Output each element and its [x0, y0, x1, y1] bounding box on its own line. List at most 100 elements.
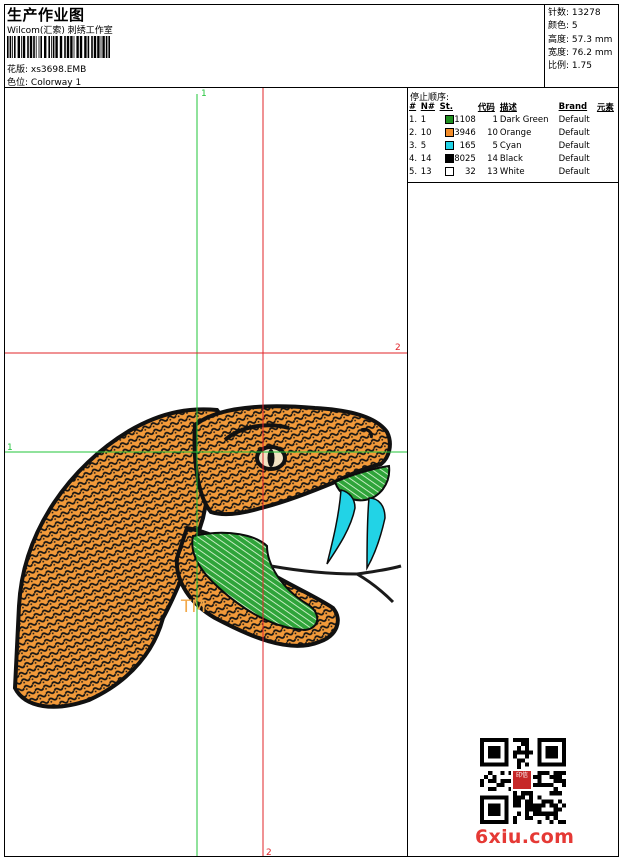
stat-width: 宽度: 76.2 mm	[548, 45, 612, 58]
qr-module	[516, 762, 521, 767]
qr-module	[492, 778, 497, 784]
qr-module	[553, 803, 558, 808]
barcode-bar	[29, 36, 33, 58]
cell-brand: Default	[558, 166, 590, 177]
barcode-bar	[40, 36, 42, 58]
cell-needle: 10	[420, 127, 432, 138]
qr-module	[496, 783, 501, 788]
qr-module	[488, 787, 493, 792]
qr-module	[529, 795, 534, 800]
qr-module	[537, 811, 542, 816]
qr-module	[516, 795, 521, 800]
col-needle: N#	[420, 102, 435, 112]
qr-module	[529, 807, 534, 812]
qr-module	[537, 819, 542, 824]
cell-element	[596, 152, 618, 165]
table-row: 2. 10 3946 10 Orange Default	[408, 126, 618, 139]
col-description: 描述	[499, 103, 517, 113]
qr-module	[488, 778, 493, 784]
col-brand: Brand	[558, 102, 588, 112]
qr-module	[553, 778, 558, 784]
stitch-count: 3946	[454, 127, 476, 138]
qr-module	[512, 795, 517, 800]
design-file-name: xs3698.EMB	[30, 65, 87, 75]
qr-module	[545, 815, 550, 820]
qr-module	[520, 795, 526, 800]
qr-module	[557, 791, 562, 796]
cell-description: Cyan	[499, 140, 522, 151]
cell-needle: 5	[420, 140, 427, 151]
colorway-row: 色位: Colorway 1	[7, 75, 81, 88]
qr-finder	[488, 803, 501, 816]
qr-module	[561, 819, 566, 824]
qr-module	[557, 807, 562, 812]
stat-scale-label: 比例:	[548, 61, 570, 71]
qr-module	[549, 803, 554, 808]
qr-module	[512, 738, 517, 743]
sidebar-table-divider	[407, 182, 619, 183]
cell-needle: 1	[420, 114, 427, 125]
stat-colors: 颜色: 5	[548, 18, 578, 31]
qr-module	[541, 783, 546, 788]
barcode	[7, 36, 110, 58]
cell-element	[596, 126, 618, 139]
snake-head-artwork: TM	[12, 404, 402, 709]
cell-description: Dark Green	[499, 114, 549, 125]
qr-module	[520, 750, 526, 755]
company-name: Wilcom(汇索) 刺绣工作室	[7, 26, 113, 36]
qr-module	[525, 750, 530, 755]
qr-module	[549, 774, 554, 779]
qr-module	[516, 811, 521, 816]
barcode-bar	[22, 36, 26, 58]
color-swatch-icon	[444, 166, 454, 176]
qr-module	[553, 770, 558, 775]
qr-module	[500, 783, 505, 788]
qr-module	[561, 778, 566, 784]
page-title: 生产作业图	[7, 6, 85, 24]
cell-stitches: 165	[439, 139, 477, 152]
cell-stitches: 3946	[439, 126, 477, 139]
table-header-row: # N# St. 代码 描述 Brand 元素	[408, 101, 618, 113]
cell-description: Black	[499, 153, 523, 164]
barcode-bar	[21, 36, 22, 58]
cell-index: 4.	[409, 153, 418, 164]
cell-description: Orange	[499, 127, 532, 138]
header-stats-divider	[544, 4, 545, 88]
barcode-bar	[73, 36, 75, 58]
qr-module	[553, 807, 558, 812]
barcode-bar	[51, 36, 52, 58]
barcode-bar	[70, 36, 73, 58]
qr-module	[553, 791, 558, 796]
embroidery-preview: TM 1 2 2 1	[5, 88, 407, 856]
qr-module	[529, 750, 534, 755]
qr-module	[553, 774, 558, 779]
qr-module	[557, 819, 562, 824]
stat-colors-value: 5	[571, 21, 578, 31]
guide-label-v1: 1	[201, 89, 207, 99]
qr-module	[537, 803, 542, 808]
stat-scale-value: 1.75	[571, 61, 592, 71]
cell-element	[596, 139, 618, 152]
stat-width-value: 76.2 mm	[571, 48, 613, 58]
cell-index: 2.	[409, 127, 418, 138]
qr-module	[525, 762, 530, 767]
table-row: 5. 13 32 13 White Default	[408, 165, 618, 178]
qr-module	[561, 783, 566, 788]
qr-module	[537, 807, 542, 812]
qr-module	[516, 758, 521, 763]
qr-module	[533, 774, 538, 779]
qr-module	[525, 746, 530, 751]
barcode-bar	[105, 36, 108, 58]
qr-module	[553, 787, 558, 792]
qr-finder	[545, 746, 558, 759]
cell-stitches: 32	[439, 165, 477, 178]
col-code: 代码	[477, 103, 495, 113]
qr-module	[525, 754, 530, 759]
qr-module	[516, 746, 521, 751]
qr-module	[525, 807, 530, 812]
qr-module	[525, 742, 530, 747]
barcode-bar	[55, 36, 58, 58]
barcode-bar	[9, 36, 12, 58]
sidebar-divider	[407, 88, 408, 857]
barcode-bar	[27, 36, 29, 58]
